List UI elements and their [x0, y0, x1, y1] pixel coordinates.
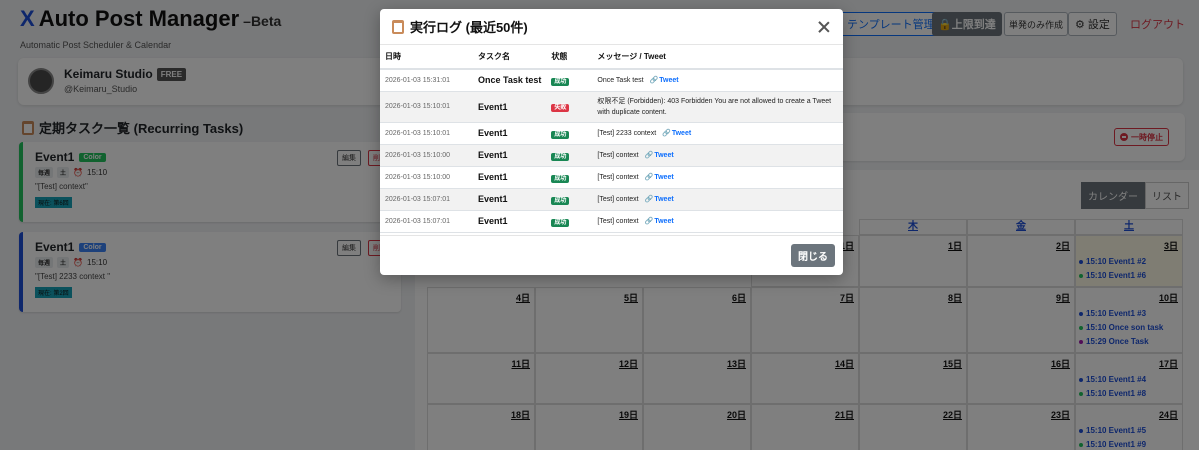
- tweet-link-label: Tweet: [654, 217, 674, 225]
- link-icon: 🔗: [644, 151, 654, 159]
- log-message: 权限不足 (Forbidden): 403 Forbidden You are …: [597, 97, 832, 116]
- log-message: [Test] 2233 context: [597, 129, 657, 137]
- log-task: Event1: [473, 210, 547, 233]
- log-time: 2026-01-03 15:10:01: [380, 122, 473, 145]
- tweet-link-label: Tweet: [654, 151, 674, 159]
- tweet-link-label: Tweet: [671, 129, 692, 137]
- log-message: [Test] context: [597, 151, 639, 159]
- log-task: Event1: [473, 166, 547, 189]
- close-button[interactable]: 閉じる: [791, 244, 835, 267]
- tweet-link[interactable]: 🔗Tweet: [645, 174, 674, 181]
- log-row: 2026-01-03 15:10:01 Event1 成功 [Test] 2233 c…: [380, 122, 843, 145]
- tweet-link-label: Tweet: [654, 173, 674, 181]
- col-message: メッセージ / Tweet: [592, 45, 843, 70]
- log-row: 2026-01-03 15:07:01 Event1 成功 [Test] contex…: [380, 188, 843, 211]
- col-status: 状態: [546, 45, 593, 70]
- log-row: 2026-01-03 15:07:01 Event1 成功 [Test] contex…: [380, 210, 843, 233]
- log-row: 2026-01-03 15:10:01 Event1 失敗 权限不足 (Forbidd…: [380, 91, 843, 123]
- col-datetime: 日時: [380, 45, 473, 70]
- log-message-cell: Once Task test 🔗Tweet: [592, 69, 843, 92]
- status-badge: 失敗: [551, 104, 570, 112]
- log-message-cell: [Test] context 🔗Tweet: [592, 144, 843, 167]
- log-task: Event1: [473, 188, 547, 211]
- log-row: 2026-01-03 15:10:00 Event1 成功 [Test] contex…: [380, 144, 843, 167]
- log-message: [Test] context: [597, 217, 639, 225]
- log-table: 日時 タスク名 状態 メッセージ / Tweet 2026-01-03 15:3…: [380, 45, 843, 233]
- status-badge: 成功: [551, 218, 570, 227]
- log-time: 2026-01-03 15:07:01: [380, 210, 473, 233]
- link-icon: 🔗: [644, 217, 654, 225]
- status-badge: 成功: [551, 196, 570, 205]
- log-row: 2026-01-03 15:31:01 Once Task test 成功 Once …: [380, 69, 843, 92]
- tweet-link[interactable]: 🔗Tweet: [645, 218, 674, 225]
- log-message-cell: 权限不足 (Forbidden): 403 Forbidden You are …: [592, 91, 843, 123]
- modal-title: 実行ログ (最近50件): [392, 17, 528, 36]
- log-status-cell: 成功: [546, 69, 593, 92]
- link-icon: 🔗: [644, 173, 654, 181]
- log-task: Event1: [473, 144, 547, 167]
- link-icon: 🔗: [662, 129, 671, 137]
- log-time: 2026-01-03 15:31:01: [380, 69, 473, 92]
- log-table-body: 2026-01-03 15:31:01 Once Task test 成功 Once …: [380, 69, 843, 233]
- log-message-cell: [Test] context 🔗Tweet: [592, 188, 843, 211]
- link-icon: 🔗: [649, 76, 659, 84]
- status-badge: 成功: [551, 152, 570, 161]
- log-message-cell: [Test] 2233 context 🔗Tweet: [592, 122, 843, 145]
- log-task: Once Task test: [473, 69, 547, 92]
- log-task: Event1: [473, 122, 547, 145]
- log-time: 2026-01-03 15:07:01: [380, 188, 473, 211]
- status-badge: 成功: [551, 130, 570, 139]
- log-status-cell: 成功: [546, 210, 593, 233]
- modal-header: 実行ログ (最近50件): [380, 9, 843, 45]
- link-icon: 🔗: [644, 195, 654, 203]
- log-status-cell: 成功: [546, 144, 593, 167]
- clipboard-icon: [392, 19, 404, 34]
- log-row: 2026-01-03 15:10:00 Event1 成功 [Test] contex…: [380, 166, 843, 189]
- log-status-cell: 成功: [546, 122, 593, 145]
- tweet-link[interactable]: 🔗Tweet: [645, 196, 674, 203]
- log-time: 2026-01-03 15:10:00: [380, 144, 473, 167]
- log-message: [Test] context: [597, 195, 639, 203]
- log-task: Event1: [473, 91, 547, 123]
- log-table-header: 日時 タスク名 状態 メッセージ / Tweet: [380, 45, 843, 70]
- log-message-cell: [Test] context 🔗Tweet: [592, 210, 843, 233]
- close-icon[interactable]: [817, 20, 831, 34]
- status-badge: 成功: [551, 174, 570, 183]
- log-time: 2026-01-03 15:10:01: [380, 91, 473, 123]
- tweet-link[interactable]: 🔗Tweet: [662, 130, 691, 137]
- tweet-link-label: Tweet: [659, 76, 679, 84]
- log-message: Once Task test: [597, 76, 644, 84]
- log-status-cell: 成功: [546, 188, 593, 211]
- tweet-link[interactable]: 🔗Tweet: [650, 77, 679, 84]
- log-status-cell: 失敗: [546, 91, 593, 123]
- status-badge: 成功: [551, 77, 570, 86]
- tweet-link-label: Tweet: [654, 195, 674, 203]
- execution-log-modal: 実行ログ (最近50件) 日時 タスク名 状態 メッセージ / Tweet 20…: [380, 9, 843, 275]
- log-time: 2026-01-03 15:10:00: [380, 166, 473, 189]
- log-message: [Test] context: [597, 173, 639, 181]
- modal-title-text: 実行ログ (最近50件): [410, 20, 528, 35]
- modal-footer: 閉じる: [380, 235, 843, 275]
- tweet-link[interactable]: 🔗Tweet: [645, 152, 674, 159]
- col-task: タスク名: [473, 45, 547, 70]
- log-message-cell: [Test] context 🔗Tweet: [592, 166, 843, 189]
- log-status-cell: 成功: [546, 166, 593, 189]
